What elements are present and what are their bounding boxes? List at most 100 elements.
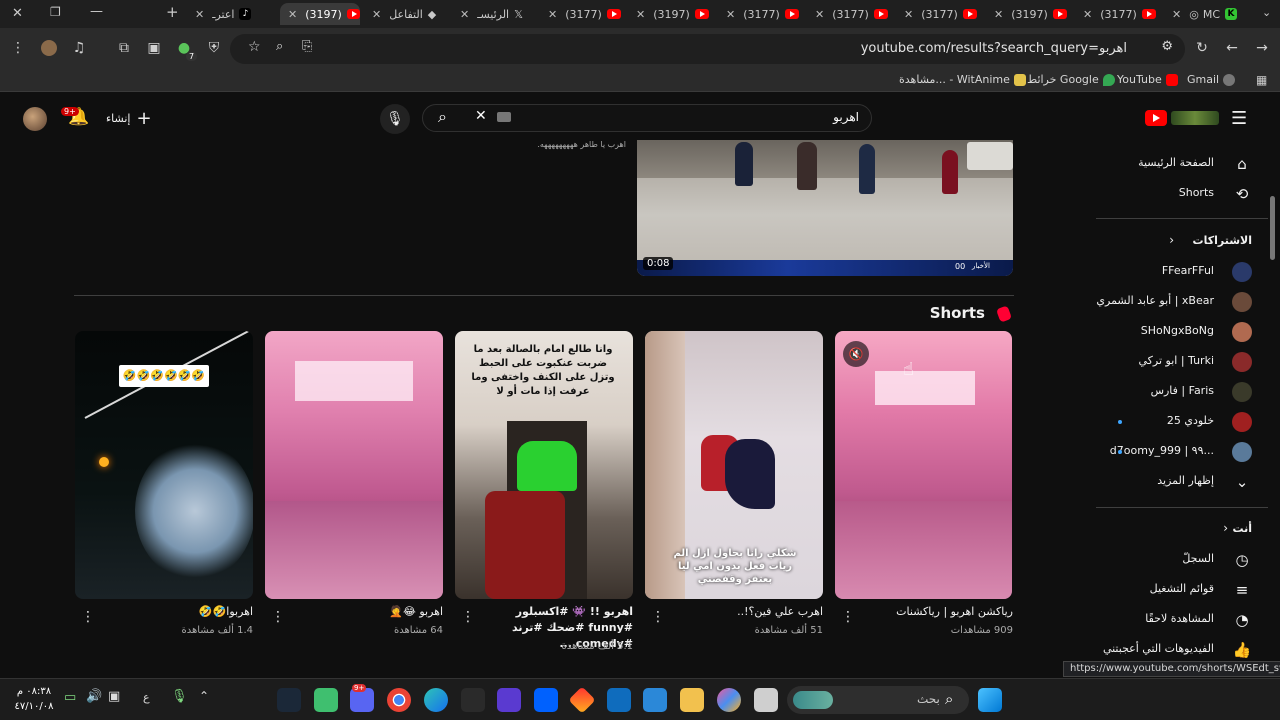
sidebar-item-shorts[interactable]: ⟲ Shorts <box>1096 179 1268 209</box>
tab-close-icon[interactable]: ✕ <box>195 8 204 21</box>
short-thumbnail[interactable] <box>265 331 443 599</box>
short-menu-icon[interactable]: ⋮ <box>651 609 665 625</box>
hamburger-menu-icon[interactable]: ☰ <box>1231 108 1247 129</box>
back-icon[interactable]: ← <box>1223 40 1241 56</box>
microphone-icon[interactable]: 🎙 <box>171 689 188 704</box>
search-input[interactable]: اهربو <box>833 110 859 124</box>
forward-icon[interactable]: → <box>1253 40 1271 56</box>
sidebar-channel[interactable]: فارس | Faris <box>1096 377 1268 407</box>
profile-avatar[interactable] <box>40 40 58 60</box>
sidebar-item-playlists[interactable]: ≡ قوائم التشغيل <box>1096 575 1268 605</box>
short-menu-icon[interactable]: ⋮ <box>461 609 475 625</box>
bookmark-youtube[interactable]: YouTube <box>1117 73 1178 86</box>
you-heading[interactable]: أنت › <box>1096 515 1268 545</box>
new-tab-button[interactable]: + <box>166 3 179 21</box>
tab-close-icon[interactable]: ✕ <box>726 8 735 21</box>
sidebar-channel[interactable]: d7oomy_999 | ٩٩... <box>1096 437 1268 467</box>
clock[interactable]: ٠٨:٣٨ م ٤٧/١٠/٠٨ <box>14 684 54 714</box>
tab-close-icon[interactable]: ✕ <box>636 8 645 21</box>
tab-11[interactable]: ✕ اعترـ ♪ <box>195 3 275 25</box>
short-title[interactable]: اهربوا🤣🤣 <box>100 604 253 620</box>
page-scrollbar[interactable] <box>1270 98 1278 678</box>
tab-6[interactable]: ✕ (3197) <box>636 3 718 25</box>
short-menu-icon[interactable]: ⋮ <box>81 609 95 625</box>
tab-10[interactable]: ✕ (3197) <box>280 3 360 25</box>
network-icon[interactable]: ▣ <box>108 689 120 704</box>
sidebar-channel[interactable]: خلودي 25 <box>1096 407 1268 437</box>
video-thumbnail[interactable]: 00 الأخبار 0:08 <box>637 140 1013 276</box>
tab-5[interactable]: ✕ (3177) <box>726 3 808 25</box>
tab-4[interactable]: ✕ (3177) <box>815 3 897 25</box>
search-icon[interactable]: ⌕ <box>438 107 447 127</box>
zoom-icon[interactable]: ⌕ <box>276 39 283 54</box>
sidebar-item-history[interactable]: ◷ السجلّ <box>1096 545 1268 575</box>
tab-0[interactable]: ✕ ◎ MC K <box>1172 3 1252 25</box>
tab-1[interactable]: ✕ (3177) <box>1083 3 1165 25</box>
bookmark-star-icon[interactable]: ☆ <box>248 39 261 55</box>
steam-icon[interactable] <box>277 688 301 712</box>
tab-close-icon[interactable]: ✕ <box>288 8 297 21</box>
youtube-logo[interactable] <box>1145 110 1219 126</box>
tab-close-icon[interactable]: ✕ <box>815 8 824 21</box>
tab-search-icon[interactable]: ⌄ <box>1262 6 1271 19</box>
taskbar-search[interactable]: بحث ⌕ <box>787 686 969 714</box>
tab-close-icon[interactable]: ✕ <box>994 8 1003 21</box>
tab-close-icon[interactable]: ✕ <box>1083 8 1092 21</box>
extension-icon[interactable]: ▣ <box>145 40 163 56</box>
app-purple-icon[interactable] <box>497 688 521 712</box>
short-title[interactable]: اهربو 😂🤦 <box>290 604 443 620</box>
tab-9[interactable]: ✕ التفاعل ◆ <box>372 3 452 25</box>
sidebar-channel[interactable]: ابو تركي | Turki <box>1096 347 1268 377</box>
minimize-window-icon[interactable]: — <box>90 4 103 19</box>
app-red-diamond-icon[interactable] <box>568 686 596 714</box>
bookmark-maps[interactable]: خرائط Google <box>1027 73 1115 86</box>
short-thumbnail[interactable]: 🔇 ☝ <box>835 331 1012 599</box>
edge-icon[interactable] <box>424 688 448 712</box>
volume-icon[interactable]: 🔊 <box>86 689 102 704</box>
sidebar-item-watch-later[interactable]: ◔ المشاهدة لاحقًا <box>1096 605 1268 635</box>
copilot-icon[interactable] <box>717 688 741 712</box>
tab-close-icon[interactable]: ✕ <box>372 8 381 21</box>
short-title[interactable]: رياكشن اهربو | رياكشنات <box>860 604 1013 620</box>
subscriptions-heading[interactable]: الاشتراكات › <box>1096 227 1268 257</box>
battery-icon[interactable]: ▭ <box>64 690 76 705</box>
short-menu-icon[interactable]: ⋮ <box>271 609 285 625</box>
tab-8[interactable]: ✕ الرئيسـ 𝕏 <box>460 3 542 25</box>
sidebar-channel[interactable]: أبو عابد الشمري | xBear <box>1096 287 1268 317</box>
app-window-icon[interactable] <box>754 688 778 712</box>
tab-2[interactable]: ✕ (3197) <box>994 3 1076 25</box>
close-window-icon[interactable]: ✕ <box>12 6 23 21</box>
tab-close-icon[interactable]: ✕ <box>460 8 469 21</box>
clear-search-icon[interactable]: ✕ <box>475 108 487 124</box>
create-button[interactable]: إنشاء + <box>106 107 152 129</box>
tab-close-icon[interactable]: ✕ <box>1172 8 1181 21</box>
shield-icon[interactable]: ⛨ <box>205 40 223 56</box>
outlook-icon[interactable] <box>607 688 631 712</box>
language-indicator[interactable]: ع <box>143 691 150 704</box>
install-app-icon[interactable]: ⎘ <box>302 39 312 54</box>
short-thumbnail[interactable]: 🤣🤣🤣🤣🤣🤣 <box>75 331 253 599</box>
chrome-icon[interactable] <box>387 688 411 712</box>
tab-7[interactable]: ✕ (3177) <box>548 3 630 25</box>
tab-3[interactable]: ✕ (3177) <box>904 3 986 25</box>
file-explorer-icon[interactable] <box>680 688 704 712</box>
extensions-icon[interactable]: ⧉ <box>115 40 133 56</box>
media-control-icon[interactable]: ♫ <box>70 40 88 56</box>
short-title[interactable]: اهرب علي فين؟!.. <box>670 604 823 620</box>
short-thumbnail[interactable]: شكلي رانا بحاول ازل الم ريات فعل بدون ام… <box>645 331 823 599</box>
sidebar-channel[interactable]: FFearFFul <box>1096 257 1268 287</box>
reload-icon[interactable]: ↻ <box>1193 40 1211 56</box>
site-settings-icon[interactable]: ⚙ <box>1161 39 1173 54</box>
address-bar[interactable]: ☆ ⌕ ⎘ youtube.com/results?search_query=ا… <box>230 34 1185 64</box>
tab-close-icon[interactable]: ✕ <box>548 8 557 21</box>
voice-search-icon[interactable]: 🎙 <box>380 104 410 134</box>
all-bookmarks-icon[interactable]: ▦ <box>1256 73 1267 87</box>
bookmark-gmail[interactable]: Gmail <box>1187 73 1236 86</box>
scrollbar-thumb[interactable] <box>1270 196 1275 260</box>
app-green-icon[interactable] <box>314 688 338 712</box>
store-icon[interactable] <box>643 688 667 712</box>
short-thumbnail[interactable]: وانا طالع امام بالصالة بعد ما ضربت عنكبو… <box>455 331 633 599</box>
restore-window-icon[interactable]: ❐ <box>50 5 61 19</box>
menu-dots-icon[interactable]: ⋮ <box>9 40 27 56</box>
epic-games-icon[interactable] <box>461 688 485 712</box>
